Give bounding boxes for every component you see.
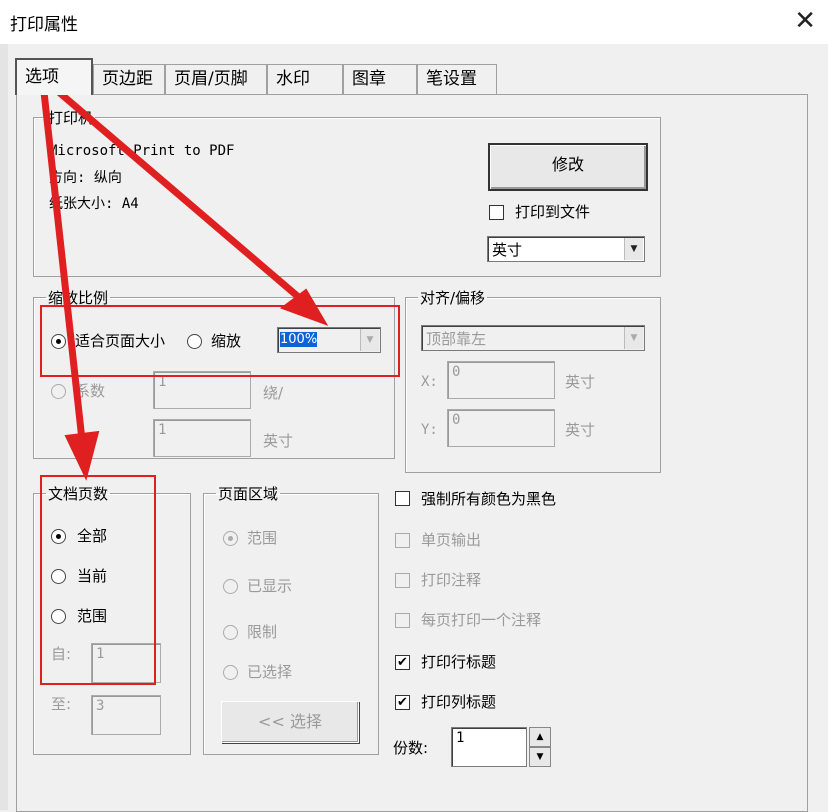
selected-radio[interactable] [223, 665, 238, 680]
fit-page-radio[interactable] [51, 334, 66, 349]
inch-label: 英寸 [263, 432, 294, 450]
area-range-radio[interactable] [223, 531, 238, 546]
window-title: 打印属性 [10, 15, 78, 35]
print-row-titles-label: 打印行标题 [421, 653, 497, 671]
single-page-checkbox[interactable] [395, 533, 410, 548]
selected-label: 已选择 [247, 663, 293, 681]
y-label: Y: [421, 422, 438, 438]
page-area-legend: 页面区域 [218, 485, 279, 503]
print-col-titles-label: 打印列标题 [421, 693, 497, 711]
zoom-radio[interactable] [187, 334, 202, 349]
title-bar: 打印属性 ✕ [0, 0, 828, 44]
all-pages-label: 全部 [77, 527, 108, 545]
current-page-label: 当前 [77, 567, 108, 585]
x-label: X: [421, 374, 438, 390]
limit-label: 限制 [247, 623, 278, 641]
fit-page-label: 适合页面大小 [75, 332, 166, 350]
tab-header-footer[interactable]: 页眉/页脚 [165, 64, 267, 94]
chevron-down-icon[interactable]: ▼ [624, 327, 643, 349]
all-pages-radio[interactable] [51, 529, 66, 544]
copies-label: 份数: [393, 739, 429, 757]
tab-options[interactable]: 选项 [15, 58, 93, 95]
force-black-checkbox[interactable] [395, 491, 410, 506]
current-page-radio[interactable] [51, 569, 66, 584]
print-to-file-label: 打印到文件 [515, 203, 591, 221]
page-range-label: 范围 [77, 607, 108, 625]
options-panel: 打印机 Microsoft Print to PDF 方向: 纵向 纸张大小: … [16, 94, 808, 812]
print-row-titles-checkbox[interactable]: ✔ [395, 655, 410, 670]
arrow-down-icon[interactable]: ▼ [529, 747, 551, 767]
zoom-value: 100% [280, 332, 318, 347]
select-button[interactable]: << 选择 [221, 701, 359, 743]
chevron-down-icon[interactable]: ▼ [360, 329, 379, 351]
printer-legend: 打印机 [48, 109, 94, 127]
factor-label: 系数 [75, 382, 106, 400]
displayed-radio[interactable] [223, 579, 238, 594]
tab-margins[interactable]: 页边距 [93, 64, 165, 94]
x-offset-field[interactable]: 0 [447, 361, 555, 399]
tab-pen-settings[interactable]: 笔设置 [417, 64, 497, 94]
document-pages-legend: 文档页数 [48, 485, 109, 503]
y-unit: 英寸 [565, 421, 596, 439]
to-page-field[interactable]: 3 [91, 695, 161, 735]
print-to-file-checkbox[interactable] [489, 205, 504, 220]
per-label: 绕/ [263, 384, 284, 402]
area-range-label: 范围 [247, 529, 278, 547]
modify-button[interactable]: 修改 [488, 143, 648, 191]
displayed-label: 已显示 [247, 577, 293, 595]
inch-field[interactable]: 1 [153, 419, 251, 457]
single-page-label: 单页输出 [421, 531, 482, 549]
y-offset-field[interactable]: 0 [447, 409, 555, 447]
close-icon[interactable]: ✕ [794, 6, 816, 36]
from-label: 自: [51, 645, 72, 663]
print-notes-label: 打印注释 [421, 571, 482, 589]
printer-name: Microsoft Print to PDF [49, 143, 235, 159]
print-notes-checkbox[interactable] [395, 573, 410, 588]
arrow-up-icon[interactable]: ▲ [529, 727, 551, 747]
one-note-per-page-label: 每页打印一个注释 [421, 611, 542, 629]
chevron-down-icon[interactable]: ▼ [624, 238, 643, 260]
printer-paper-size: 纸张大小: A4 [49, 196, 139, 212]
print-col-titles-checkbox[interactable]: ✔ [395, 695, 410, 710]
units-select[interactable]: 英寸 ▼ [487, 236, 645, 262]
force-black-label: 强制所有颜色为黑色 [421, 490, 557, 508]
zoom-select[interactable]: 100% ▼ [277, 327, 381, 353]
copies-spinner[interactable]: ▲ ▼ [529, 727, 551, 767]
printer-orientation: 方向: 纵向 [49, 170, 122, 186]
to-label: 至: [51, 695, 72, 713]
factor-field[interactable]: 1 [153, 371, 251, 409]
tab-watermark[interactable]: 水印 [267, 64, 343, 94]
x-unit: 英寸 [565, 373, 596, 391]
align-legend: 对齐/偏移 [420, 289, 486, 307]
factor-radio[interactable] [51, 384, 66, 399]
copies-field[interactable]: 1 [451, 727, 527, 767]
one-note-per-page-checkbox[interactable] [395, 613, 410, 628]
limit-radio[interactable] [223, 625, 238, 640]
tab-stamp[interactable]: 图章 [343, 64, 417, 94]
align-select[interactable]: 顶部靠左 ▼ [421, 325, 645, 351]
page-range-radio[interactable] [51, 609, 66, 624]
units-value: 英寸 [492, 241, 523, 259]
from-page-field[interactable]: 1 [91, 643, 161, 683]
background-strip [0, 44, 8, 810]
scale-legend: 缩放比例 [48, 289, 109, 307]
zoom-label: 缩放 [211, 332, 242, 350]
align-value: 顶部靠左 [426, 330, 487, 348]
